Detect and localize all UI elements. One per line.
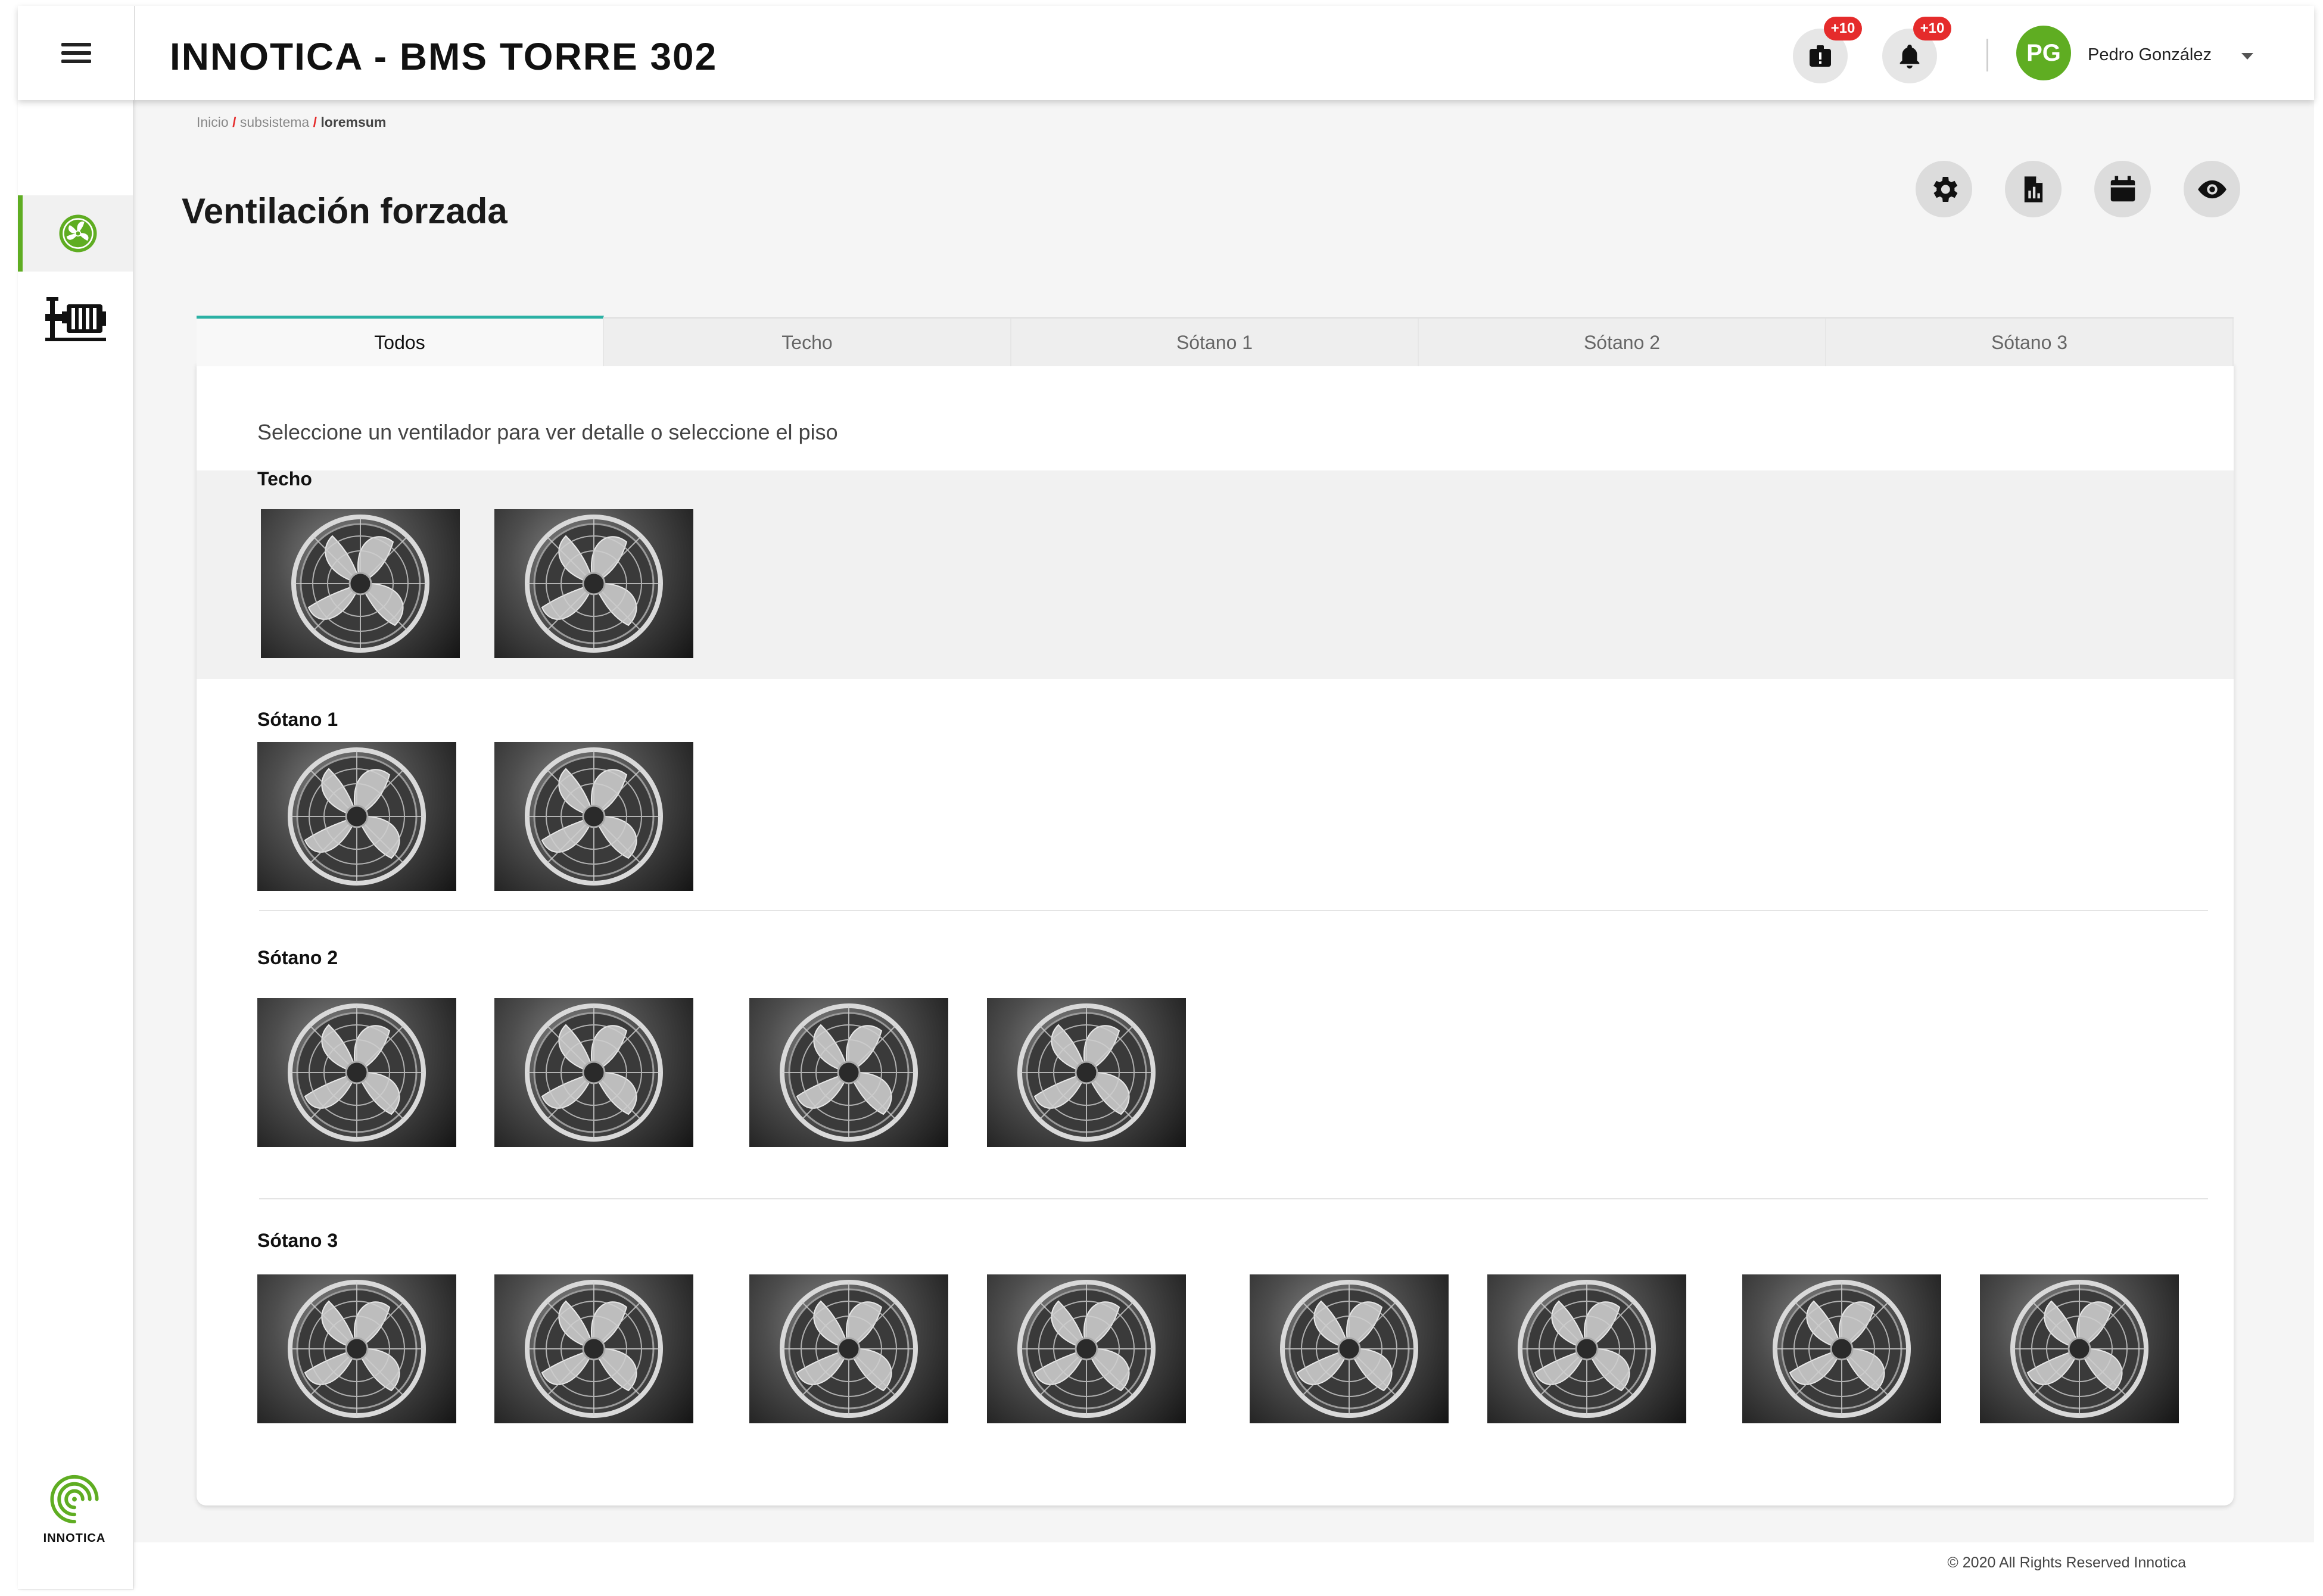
tab-sotano-3[interactable]: Sótano 3 [1826, 319, 2234, 366]
fan-image [1017, 1003, 1156, 1142]
logo-text: INNOTICA [43, 1532, 106, 1545]
user-name[interactable]: Pedro González [2088, 45, 2212, 65]
notifications-button[interactable]: +10 [1882, 17, 1951, 83]
content-card: Seleccione un ventilador para ver detall… [197, 363, 2234, 1505]
floor-tabs: Todos Techo Sótano 1 Sótano 2 Sótano 3 [197, 316, 2234, 366]
breadcrumb-separator: / [313, 114, 317, 130]
fan-image [291, 515, 429, 653]
tab-techo[interactable]: Techo [604, 319, 1011, 366]
fan-image [525, 515, 663, 653]
bell-icon [1899, 44, 1920, 69]
fan-thumbnail[interactable] [749, 1274, 948, 1423]
avatar[interactable]: PG [2016, 26, 2071, 80]
alerts-button[interactable]: +10 [1793, 17, 1862, 83]
fan-image [525, 1003, 663, 1142]
group-divider [259, 910, 2208, 911]
settings-button[interactable] [1916, 161, 1972, 217]
eye-icon [2197, 180, 2227, 198]
fan-thumbnail[interactable] [257, 742, 456, 891]
header-divider [1986, 39, 1988, 71]
top-bar: INNOTICA - BMS TORRE 302 +10 +10 PG Pedr… [18, 6, 2314, 100]
notifications-badge: +10 [1913, 17, 1951, 40]
fan-image [288, 747, 426, 886]
breadcrumb-current: loremsum [320, 114, 387, 130]
logo-icon [50, 1475, 99, 1524]
innotica-logo: INNOTICA [42, 1470, 107, 1545]
group-label-sotano-3[interactable]: Sótano 3 [257, 1230, 338, 1252]
fan-image [1017, 1280, 1156, 1418]
fan-thumbnail[interactable] [1980, 1274, 2179, 1423]
fan-thumbnail[interactable] [987, 998, 1186, 1147]
fan-image [525, 747, 663, 886]
copyright-text: © 2020 All Rights Reserved Innotica [1947, 1554, 2186, 1571]
tab-sotano-2[interactable]: Sótano 2 [1419, 319, 1826, 366]
sidebar-item-fans[interactable] [18, 195, 133, 272]
fan-image [288, 1280, 426, 1418]
fan-thumbnail[interactable] [987, 1274, 1186, 1423]
fan-thumbnail[interactable] [261, 509, 460, 658]
fan-image [780, 1280, 918, 1418]
group-label-sotano-2[interactable]: Sótano 2 [257, 947, 338, 969]
breadcrumb: Inicio / subsistema / loremsum [197, 114, 386, 130]
fan-thumbnail[interactable] [257, 1274, 456, 1423]
breadcrumb-level1[interactable]: subsistema [240, 114, 309, 130]
sidebar: INNOTICA [18, 100, 133, 1589]
group-label-techo[interactable]: Techo [257, 468, 312, 490]
fan-image [288, 1003, 426, 1142]
settings-icon [1933, 176, 1957, 202]
report-icon [2024, 176, 2042, 202]
footer: © 2020 All Rights Reserved Innotica [134, 1542, 2314, 1590]
hamburger-icon [61, 43, 91, 63]
fan-image [1518, 1280, 1656, 1418]
sidebar-item-pumps[interactable] [18, 279, 133, 355]
app-title: INNOTICA - BMS TORRE 302 [170, 35, 718, 78]
view-button[interactable] [2184, 161, 2240, 217]
fan-image [780, 1003, 918, 1142]
breadcrumb-separator: / [232, 114, 236, 130]
fan-image [525, 1280, 663, 1418]
tab-todos[interactable]: Todos [197, 316, 604, 366]
fan-thumbnail[interactable] [494, 742, 693, 891]
fan-thumbnail[interactable] [749, 998, 948, 1147]
calendar-button[interactable] [2094, 161, 2151, 217]
page-title: Ventilación forzada [182, 191, 507, 231]
report-button[interactable] [2005, 161, 2062, 217]
fan-image [1280, 1280, 1418, 1418]
tab-sotano-1[interactable]: Sótano 1 [1011, 319, 1419, 366]
alert-box-icon [1810, 45, 1831, 67]
fan-thumbnail[interactable] [257, 998, 456, 1147]
chevron-down-icon[interactable] [2241, 53, 2253, 60]
fan-image [1773, 1280, 1911, 1418]
group-label-sotano-1[interactable]: Sótano 1 [257, 709, 338, 731]
fan-thumbnail[interactable] [494, 1274, 693, 1423]
pump-icon [45, 297, 106, 341]
fan-icon [59, 214, 96, 253]
group-divider [259, 1198, 2208, 1199]
menu-button[interactable] [18, 6, 135, 100]
fan-thumbnail[interactable] [1742, 1274, 1941, 1423]
fan-thumbnail[interactable] [494, 998, 693, 1147]
breadcrumb-home[interactable]: Inicio [197, 114, 229, 130]
fan-thumbnail[interactable] [1250, 1274, 1449, 1423]
calendar-icon [2110, 176, 2135, 201]
instruction-text: Seleccione un ventilador para ver detall… [257, 420, 838, 444]
fan-image [2010, 1280, 2148, 1418]
alerts-badge: +10 [1824, 17, 1862, 40]
fan-thumbnail[interactable] [1487, 1274, 1686, 1423]
fan-thumbnail[interactable] [494, 509, 693, 658]
